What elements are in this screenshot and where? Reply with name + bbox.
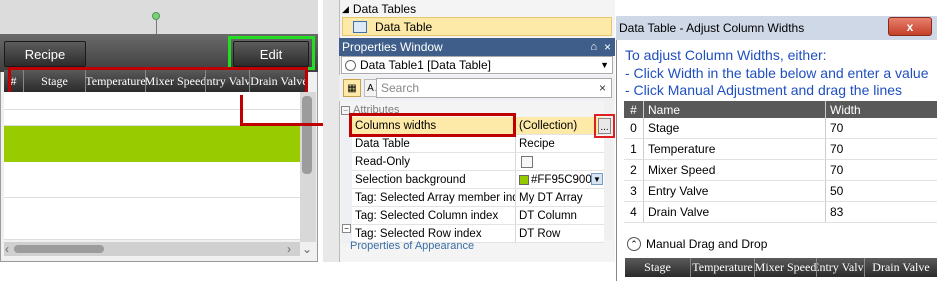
table-row[interactable]: 4 Drain Valve 83 bbox=[624, 202, 937, 223]
pin-icon[interactable]: ⌂ bbox=[590, 41, 597, 53]
recipe-button[interactable]: Recipe bbox=[4, 41, 86, 67]
property-value[interactable]: My DT Array bbox=[516, 189, 604, 206]
row-width[interactable]: 70 bbox=[826, 118, 937, 138]
row-index: 0 bbox=[624, 118, 644, 138]
row-index: 2 bbox=[624, 160, 644, 180]
table-row[interactable]: 2 Mixer Speed 70 bbox=[624, 160, 937, 181]
row-name: Temperature bbox=[644, 139, 826, 159]
table-row[interactable]: 3 Entry Valve 50 bbox=[624, 181, 937, 202]
row-name: Mixer Speed bbox=[644, 160, 826, 180]
categorized-view-icon[interactable]: ▦ bbox=[343, 79, 361, 97]
row-name: Drain Valve bbox=[644, 202, 826, 222]
row-index: 1 bbox=[624, 139, 644, 159]
collapse-triangle-icon[interactable]: ◢ bbox=[342, 4, 349, 15]
clear-search-icon[interactable]: × bbox=[599, 81, 606, 95]
property-value[interactable]: DT Row bbox=[516, 225, 604, 242]
table-row[interactable] bbox=[4, 198, 300, 240]
header-highlight-box bbox=[8, 67, 308, 95]
property-value[interactable] bbox=[516, 153, 604, 170]
row-width[interactable]: 50 bbox=[826, 181, 937, 201]
header-name: Name bbox=[644, 101, 826, 118]
preview-header-drain-valve[interactable]: Drain Valve bbox=[865, 258, 937, 277]
collapse-icon[interactable]: − bbox=[342, 224, 351, 233]
instruction-line: To adjust Column Widths, either: bbox=[625, 47, 827, 63]
property-row-selection-background[interactable]: Selection background #FF95C900 ▼ bbox=[352, 171, 604, 189]
row-width[interactable]: 70 bbox=[826, 139, 937, 159]
columns-widths-highlight-box bbox=[349, 113, 516, 137]
object-selector-value: Data Table1 [Data Table] bbox=[360, 58, 491, 72]
connector-arrow-line bbox=[240, 95, 243, 126]
preview-header-entry-valve[interactable]: Entry Valve bbox=[817, 258, 865, 277]
preview-header-temperature[interactable]: Temperature bbox=[691, 258, 755, 277]
tree-item-data-tables[interactable]: ◢ Data Tables bbox=[342, 0, 416, 18]
selected-table-row[interactable] bbox=[4, 126, 300, 162]
ellipsis-highlight-box bbox=[594, 114, 615, 138]
close-icon[interactable]: × bbox=[604, 40, 611, 54]
color-swatch bbox=[519, 174, 529, 185]
search-placeholder: Search bbox=[381, 81, 420, 95]
row-width[interactable]: 83 bbox=[826, 202, 937, 222]
preview-table-header: Stage Temperature Mixer Speed Entry Valv… bbox=[625, 258, 937, 277]
read-only-checkbox[interactable] bbox=[521, 155, 533, 168]
properties-of-appearance-link[interactable]: Properties of Appearance bbox=[350, 240, 474, 252]
manual-drag-and-drop-toggle[interactable]: ⌃ Manual Drag and Drop bbox=[627, 237, 767, 251]
row-index: 3 bbox=[624, 181, 644, 201]
properties-title: Properties Window bbox=[342, 40, 443, 54]
property-row-data-table[interactable]: Data Table Recipe bbox=[352, 135, 604, 153]
tree-item-data-table[interactable]: Data Table bbox=[342, 17, 612, 36]
color-dropdown-icon[interactable]: ▼ bbox=[591, 173, 603, 185]
dialog-title: Data Table - Adjust Column Widths bbox=[619, 21, 805, 35]
property-name: Selection background bbox=[352, 171, 516, 188]
property-row-read-only[interactable]: Read-Only bbox=[352, 153, 604, 171]
column-widths-table-header: # Name Width bbox=[624, 101, 937, 118]
chevron-up-icon[interactable]: ⌃ bbox=[627, 237, 641, 251]
panel-splitter[interactable] bbox=[323, 0, 339, 262]
rotate-handle-icon[interactable] bbox=[152, 12, 160, 20]
tree-item-label: Data Tables bbox=[352, 2, 417, 16]
property-value[interactable]: (Collection) bbox=[516, 117, 604, 134]
instruction-line: - Click Width in the table below and ent… bbox=[625, 65, 929, 81]
preview-header-stage[interactable]: Stage bbox=[625, 258, 691, 277]
row-name: Entry Valve bbox=[644, 181, 826, 201]
scroll-left-icon[interactable]: ‹ bbox=[5, 242, 9, 256]
property-name: Data Table bbox=[352, 135, 516, 152]
object-selector[interactable]: Data Table1 [Data Table] ▼ bbox=[341, 56, 613, 74]
scroll-down-icon[interactable]: ⌄ bbox=[302, 242, 312, 256]
property-value[interactable]: #FF95C900 ▼ bbox=[516, 171, 604, 188]
object-icon bbox=[345, 59, 356, 71]
properties-title-bar: Properties Window ⌂ × bbox=[339, 38, 615, 56]
manual-drag-and-drop-label: Manual Drag and Drop bbox=[646, 237, 768, 251]
vertical-scroll-thumb[interactable] bbox=[302, 96, 312, 174]
horizontal-scroll-thumb[interactable] bbox=[14, 245, 104, 253]
table-row[interactable]: 1 Temperature 70 bbox=[624, 139, 937, 160]
tree-item-label: Data Table bbox=[375, 19, 433, 34]
scroll-right-icon[interactable]: › bbox=[287, 242, 291, 256]
dialog-close-button[interactable]: x bbox=[888, 17, 932, 36]
instruction-line: - Click Manual Adjustment and drag the l… bbox=[625, 82, 903, 98]
header-width: Width bbox=[830, 102, 861, 117]
dropdown-arrow-icon[interactable]: ▼ bbox=[600, 60, 609, 70]
property-row-selected-array-member-index[interactable]: Tag: Selected Array member index My DT A… bbox=[352, 189, 604, 207]
header-index: # bbox=[624, 101, 644, 118]
property-name: Tag: Selected Column index bbox=[352, 207, 516, 224]
table-icon bbox=[353, 20, 367, 33]
property-value[interactable]: Recipe bbox=[516, 135, 604, 152]
edit-highlight-box bbox=[228, 36, 315, 70]
column-widths-table: # Name Width 0 Stage 70 1 Temperature 70… bbox=[624, 101, 937, 223]
property-name: Read-Only bbox=[352, 153, 516, 170]
row-name: Stage bbox=[644, 118, 826, 138]
row-index: 4 bbox=[624, 202, 644, 222]
table-row[interactable] bbox=[4, 92, 300, 110]
search-input[interactable]: Search × bbox=[376, 78, 612, 98]
table-row[interactable]: 0 Stage 70 bbox=[624, 118, 937, 139]
row-width[interactable]: 70 bbox=[826, 160, 937, 180]
property-name: Tag: Selected Array member index bbox=[352, 189, 516, 206]
property-value[interactable]: DT Column bbox=[516, 207, 604, 224]
table-row[interactable] bbox=[4, 162, 300, 198]
selection-color-value: #FF95C900 bbox=[531, 173, 592, 186]
property-row-selected-column-index[interactable]: Tag: Selected Column index DT Column bbox=[352, 207, 604, 225]
preview-header-mixer-speed[interactable]: Mixer Speed bbox=[755, 258, 817, 277]
